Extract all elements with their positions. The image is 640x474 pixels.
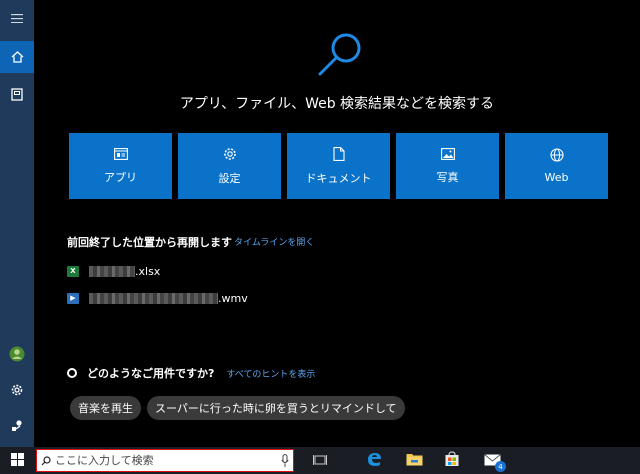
search-icon <box>37 450 55 471</box>
taskbar-search-box[interactable] <box>36 449 294 472</box>
file-extension: .xlsx <box>135 264 161 278</box>
gear-icon <box>223 147 237 161</box>
globe-icon <box>549 148 564 162</box>
tile-label: 設定 <box>218 171 241 185</box>
explorer-taskbar-button[interactable] <box>396 447 432 474</box>
search-filter-tiles: アプリ 設定 ドキュメント 写真 Web <box>69 133 608 199</box>
tile-web[interactable]: Web <box>505 133 608 199</box>
suggestion-chip[interactable]: 音楽を再生 <box>70 396 141 420</box>
task-view-icon <box>313 451 327 470</box>
mail-taskbar-button[interactable]: 4 <box>474 447 510 474</box>
image-icon <box>440 147 455 160</box>
app-window-icon <box>113 147 128 160</box>
tile-label: ドキュメント <box>305 171 372 185</box>
search-magnifier-icon <box>314 28 366 80</box>
mail-unread-badge: 4 <box>495 461 506 472</box>
open-timeline-link[interactable]: タイムラインを開く <box>234 235 314 248</box>
task-view-button[interactable] <box>302 447 338 474</box>
search-intro-text: アプリ、ファイル、Web 検索結果などを検索する <box>179 96 495 112</box>
cortana-ring-icon <box>67 368 77 378</box>
excel-file-icon: X <box>67 265 79 277</box>
video-file-icon: ▶ <box>67 292 79 304</box>
avatar-icon <box>9 346 25 362</box>
home-button[interactable] <box>0 41 34 73</box>
document-icon <box>332 146 345 161</box>
home-icon <box>11 51 24 63</box>
resume-heading: 前回終了した位置から再開します <box>67 236 232 249</box>
recent-file-item[interactable]: ▶ .wmv <box>67 291 248 305</box>
folder-icon <box>406 451 423 470</box>
settings-button[interactable] <box>0 374 34 406</box>
suggestion-chip[interactable]: スーパーに行った時に卵を買うとリマインドして <box>147 396 405 420</box>
redacted-file-name <box>89 265 135 277</box>
store-taskbar-button[interactable] <box>434 447 470 474</box>
suggestion-chips: 音楽を再生 スーパーに行った時に卵を買うとリマインドして <box>70 396 405 420</box>
tile-documents[interactable]: ドキュメント <box>287 133 390 199</box>
start-button[interactable] <box>0 447 34 474</box>
tile-label: Web <box>544 171 569 184</box>
tile-apps[interactable]: アプリ <box>69 133 172 199</box>
cortana-left-rail <box>0 0 34 447</box>
hints-row: どのようなご用件ですか? すべてのヒントを表示 <box>67 365 315 381</box>
gear-icon <box>10 383 24 397</box>
file-extension: .wmv <box>218 291 248 305</box>
microphone-icon[interactable] <box>281 453 289 472</box>
cortana-search-panel: アプリ、ファイル、Web 検索結果などを検索する アプリ 設定 ドキュメント 写… <box>34 0 640 447</box>
hamburger-icon <box>11 13 23 23</box>
store-bag-icon <box>444 450 460 471</box>
tile-label: 写真 <box>436 170 459 184</box>
windows-logo-icon <box>10 451 24 470</box>
menu-button[interactable] <box>0 4 34 32</box>
notebook-button[interactable] <box>0 78 34 110</box>
taskbar: 4 <box>0 447 640 474</box>
edge-taskbar-button[interactable] <box>356 447 392 474</box>
account-button[interactable] <box>0 338 34 370</box>
redacted-file-name <box>89 292 218 304</box>
feedback-icon <box>10 419 24 433</box>
notebook-icon <box>11 87 23 101</box>
edge-browser-icon <box>366 451 382 471</box>
feedback-button[interactable] <box>0 410 34 442</box>
hint-question: どのようなご用件ですか? <box>87 367 215 380</box>
show-all-hints-link[interactable]: すべてのヒントを表示 <box>226 367 315 380</box>
tile-settings[interactable]: 設定 <box>178 133 281 199</box>
search-input[interactable] <box>55 450 265 471</box>
recent-file-item[interactable]: X .xlsx <box>67 264 160 278</box>
tile-label: アプリ <box>104 170 137 184</box>
tile-photos[interactable]: 写真 <box>396 133 499 199</box>
